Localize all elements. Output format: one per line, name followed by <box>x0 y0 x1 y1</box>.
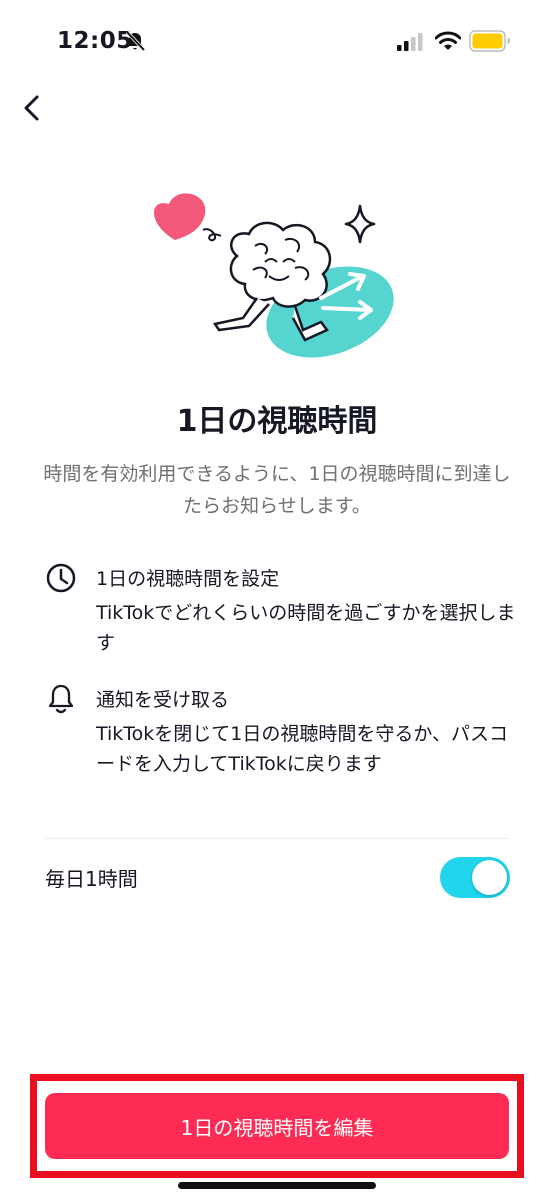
edit-daily-time-button[interactable]: 1日の視聴時間を編集 <box>45 1093 509 1159</box>
status-bar: 12:05 <box>0 0 554 80</box>
feature-title: 1日の視聴時間を設定 <box>96 568 280 590</box>
page-title: 1日の視聴時間 <box>176 404 378 439</box>
brain-illustration <box>153 193 394 358</box>
back-button[interactable] <box>18 90 48 126</box>
feature-set-daily-time: 1日の視聴時間を設定 TikTokでどれくらいの時間を過ごすかを選択します <box>45 562 516 654</box>
feature-body: TikTokを閉じて1日の視聴時間を守るか、パスコードを入力してTikTokに戻… <box>96 723 509 775</box>
battery-icon <box>469 30 510 52</box>
feature-notification: 通知を受け取る TikTokを閉じて1日の視聴時間を守るか、パスコードを入力して… <box>45 683 515 775</box>
feature-title: 通知を受け取る <box>96 689 230 711</box>
status-time: 12:05 <box>57 28 133 54</box>
bell-icon <box>48 684 74 714</box>
toggle-knob <box>472 860 507 895</box>
wifi-icon <box>435 31 461 50</box>
daily-limit-toggle[interactable] <box>440 857 510 898</box>
home-indicator <box>178 1182 376 1189</box>
feature-body: TikTokでどれくらいの時間を過ごすかを選択します <box>96 602 516 654</box>
cellular-signal-icon <box>397 33 423 51</box>
daily-limit-label: 毎日1時間 <box>45 867 138 891</box>
divider <box>45 838 509 839</box>
clock-icon <box>46 563 76 593</box>
bell-off-icon <box>125 30 146 52</box>
edit-daily-time-button-label: 1日の視聴時間を編集 <box>180 1115 374 1140</box>
page-description: 時間を有効利用できるように、1日の視聴時間に到達したらお知らせします。 <box>43 463 511 517</box>
